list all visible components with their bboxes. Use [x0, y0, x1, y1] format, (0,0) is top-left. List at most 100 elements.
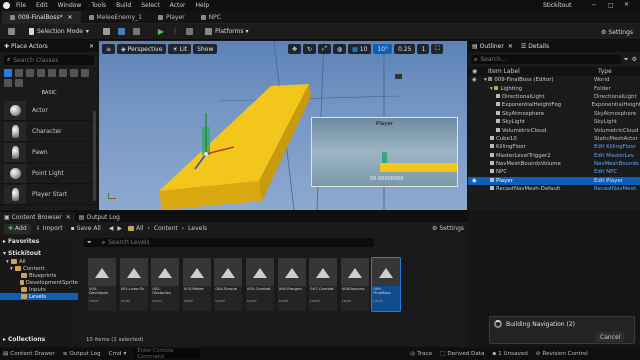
asset-tile[interactable]: 005-Combat Level	[245, 258, 274, 311]
menu-item-file[interactable]: File	[16, 2, 26, 9]
selection-mode-button[interactable]: Selection Mode ▾	[25, 26, 93, 38]
outliner-row[interactable]: KillingFloor Edit KillingFloor	[468, 143, 640, 151]
outliner-row[interactable]: VolumetricCloud VolumetricCloud	[468, 126, 640, 134]
cinematic-icon[interactable]	[48, 69, 56, 77]
tree-item-all[interactable]: ▾ All	[0, 258, 78, 265]
gear-icon[interactable]: ⚙	[632, 56, 637, 63]
console-input[interactable]: Enter Console Command	[134, 348, 201, 360]
play-options-button[interactable]: ⋮	[168, 26, 182, 38]
import-button[interactable]: ⇩ Import	[36, 225, 63, 232]
menu-item-help[interactable]: Help	[196, 2, 210, 9]
breadcrumb-item[interactable]: Content	[154, 225, 178, 232]
actor-item-pawn[interactable]: Pawn	[0, 142, 98, 163]
platforms-button[interactable]: Platforms ▾	[201, 26, 252, 38]
close-icon[interactable]: ✕	[89, 43, 94, 50]
tree-item-developmentsprite[interactable]: DevelopmentSprite	[0, 279, 78, 286]
basic-icon[interactable]	[15, 69, 23, 77]
play-button[interactable]: ▶	[154, 26, 168, 38]
asset-tile[interactable]: 003-Melee Level	[182, 258, 211, 311]
collections-section[interactable]: ▸ Collections	[0, 334, 45, 344]
place-actors-search-input[interactable]: Search Classes	[13, 57, 58, 64]
save-icon-button[interactable]	[4, 26, 19, 38]
menu-item-actor[interactable]: Actor	[170, 2, 186, 9]
output-log-button[interactable]: ≡ Output Log	[63, 351, 101, 357]
forward-icon[interactable]: ▶	[117, 225, 122, 232]
actor-item-actor[interactable]: Actor	[0, 100, 98, 121]
actor-item-point-light[interactable]: Point Light	[0, 163, 98, 184]
lights-icon[interactable]	[26, 69, 34, 77]
actor-item-character[interactable]: Character	[0, 121, 98, 142]
menu-item-edit[interactable]: Edit	[36, 2, 48, 9]
tree-item-levels[interactable]: Levels	[0, 293, 78, 300]
menu-item-select[interactable]: Select	[141, 2, 160, 9]
add-button[interactable]: ✚ Add	[4, 223, 31, 234]
outliner-row[interactable]: NavMeshBoundsVolume NavMeshBounds	[468, 160, 640, 168]
close-icon[interactable]: ✕	[624, 1, 629, 8]
tab-npc[interactable]: NPC	[193, 11, 229, 23]
close-icon[interactable]: ✕	[66, 214, 71, 221]
unreal-logo-icon[interactable]	[3, 2, 10, 9]
details-tab[interactable]: ☰ Details	[521, 43, 549, 50]
perspective-button[interactable]: ◈ Perspective	[117, 44, 167, 54]
breadcrumb-item[interactable]: Levels	[188, 225, 207, 232]
outliner-row[interactable]: RecastNavMesh-Default RecastNavMesh	[468, 185, 640, 193]
filter-icon[interactable]: ⏷	[87, 239, 92, 247]
breadcrumb-item[interactable]: All	[136, 225, 143, 232]
launch-button[interactable]	[182, 26, 197, 38]
project-section[interactable]: ▾ Stickitout	[0, 248, 78, 258]
asset-tile[interactable]: 001-LearnTo Level	[119, 258, 148, 311]
volumes-icon[interactable]	[70, 69, 78, 77]
save-all-button[interactable]: ▪ Save All	[71, 225, 101, 232]
outliner-row[interactable]: SkyAtmosphere SkyAtmosphere	[468, 110, 640, 118]
chevron-icon[interactable]: ▾	[6, 259, 10, 265]
settings-button[interactable]: ⚙ Settings	[597, 26, 637, 38]
asset-tile[interactable]: 008-Beyond Level	[340, 258, 369, 311]
menu-item-window[interactable]: Window	[58, 2, 82, 9]
chevron-icon[interactable]: ▾	[10, 266, 14, 272]
trace-button[interactable]: ◎ Trace	[410, 351, 432, 357]
outliner-search[interactable]: ⌕ Search...	[471, 55, 621, 64]
quick-add-button[interactable]	[99, 26, 114, 38]
viewport-menu-button[interactable]: ≡	[102, 44, 116, 54]
item-label-header[interactable]: Item Label	[488, 68, 598, 75]
camera-speed[interactable]: 1	[417, 44, 430, 54]
actor-item-player-start[interactable]: Player Start	[0, 184, 98, 205]
filter-icon[interactable]: ⏷	[624, 56, 629, 64]
tree-item-blueprints[interactable]: Blueprints	[0, 272, 78, 279]
show-button[interactable]: Show	[193, 44, 218, 54]
scrollbar[interactable]	[93, 111, 96, 201]
maximize-icon[interactable]: □	[608, 2, 614, 9]
visibility-eye-icon[interactable]: ◉	[468, 77, 484, 83]
asset-tile[interactable]: 004-Simple Level	[214, 258, 243, 311]
outliner-search-input[interactable]: Search...	[480, 56, 506, 63]
close-icon[interactable]: ✕	[67, 14, 72, 21]
shapes-icon[interactable]	[37, 69, 45, 77]
asset-search-input[interactable]: Search Levels	[108, 239, 149, 246]
close-icon[interactable]: ✕	[508, 43, 513, 50]
grid-snap[interactable]: ▦ 10	[348, 44, 372, 54]
cinematics-button[interactable]	[129, 26, 144, 38]
maximize-viewport-button[interactable]: ⛶	[431, 44, 444, 54]
favorites-section[interactable]: ▸ Favorites	[0, 236, 78, 246]
visibility-eye-icon[interactable]: ◉	[472, 68, 488, 75]
world-local-toggle[interactable]: ◍	[332, 44, 347, 54]
scale-tool[interactable]: ⤢	[318, 44, 331, 54]
rotate-tool[interactable]: ↻	[303, 44, 317, 54]
outliner-row[interactable]: DirectionalLight DirectionalLight	[468, 93, 640, 101]
geometry-icon[interactable]	[4, 79, 12, 87]
lit-button[interactable]: ☀ Lit	[168, 44, 192, 54]
type-header[interactable]: Type	[598, 68, 612, 75]
back-icon[interactable]: ◀	[109, 225, 114, 232]
menu-item-tools[interactable]: Tools	[91, 2, 106, 9]
unsaved-button[interactable]: ▪ 1 Unsaved	[492, 351, 527, 357]
tab-009-finalboss-[interactable]: 009-FinalBoss* ✕	[2, 11, 81, 23]
scale-snap[interactable]: 0.25	[394, 44, 416, 54]
asset-tile[interactable]: 002-Obstacles Level	[151, 258, 180, 311]
revision-control-button[interactable]: ⊘ Revision Control	[536, 351, 588, 357]
outliner-row[interactable]: ◉ ▾ 009-FinalBoss (Editor) World	[468, 76, 640, 84]
derived-data-button[interactable]: ⬚ Derived Data	[440, 351, 484, 357]
light-bulb-icon[interactable]	[15, 79, 23, 87]
content-browser-tab[interactable]: ▣ Content Browser ✕	[0, 212, 75, 222]
recent-icon[interactable]	[4, 69, 12, 77]
minimize-icon[interactable]: ─	[592, 2, 596, 9]
